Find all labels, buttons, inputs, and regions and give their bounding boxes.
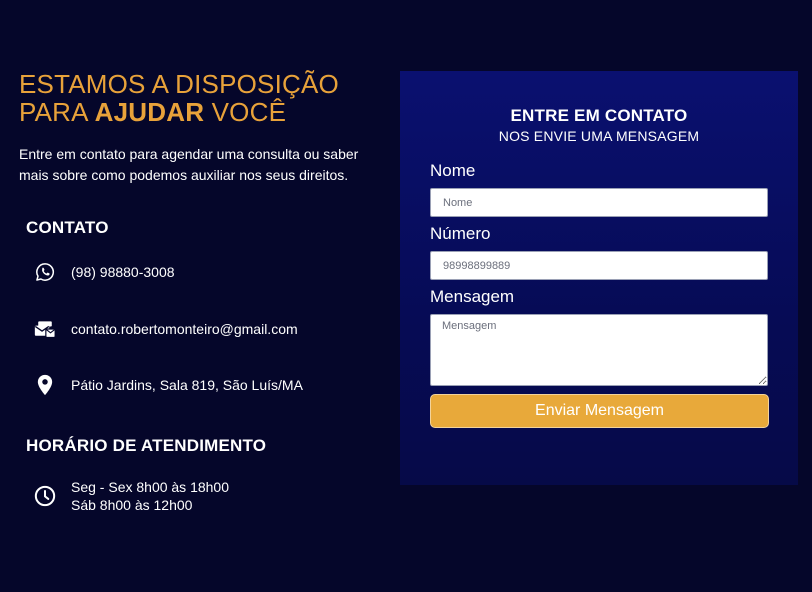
message-textarea[interactable]: [430, 314, 768, 386]
hero-section: ESTAMOS A DISPOSIÇÃO PARA AJUDAR VOCÊ En…: [19, 70, 379, 186]
name-input[interactable]: [430, 188, 768, 217]
hours-weekdays: Seg - Sex 8h00 às 18h00: [71, 479, 230, 495]
whatsapp-icon: [34, 261, 56, 283]
contact-phone[interactable]: (98) 98880-3008: [34, 261, 175, 283]
form-title: ENTRE EM CONTATO: [510, 106, 688, 125]
hours-saturday: Sáb 8h00 às 12h00: [71, 497, 193, 513]
location-pin-icon: [34, 374, 56, 396]
clock-icon: [34, 485, 56, 507]
number-label: Número: [430, 224, 491, 243]
hero-intro: Entre em contato para agendar uma consul…: [19, 146, 359, 183]
hero-title: ESTAMOS A DISPOSIÇÃO PARA AJUDAR VOCÊ: [19, 70, 379, 126]
contact-address[interactable]: Pátio Jardins, Sala 819, São Luís/MA: [34, 374, 303, 396]
number-input[interactable]: [430, 251, 768, 280]
contact-address-text: Pátio Jardins, Sala 819, São Luís/MA: [71, 377, 303, 393]
contact-section-title: CONTATO: [26, 218, 109, 237]
hero-title-line1: ESTAMOS A DISPOSIÇÃO: [19, 69, 339, 99]
hours-section-title: HORÁRIO DE ATENDIMENTO: [26, 436, 267, 455]
mail-icon: [34, 318, 56, 340]
hours-text: Seg - Sex 8h00 às 18h00 Sáb 8h00 às 12h0…: [71, 478, 229, 514]
hero-title-highlight: AJUDAR: [94, 97, 205, 127]
contact-email[interactable]: contato.robertomonteiro@gmail.com: [34, 318, 298, 340]
hours-info: Seg - Sex 8h00 às 18h00 Sáb 8h00 às 12h0…: [34, 478, 229, 514]
hero-title-line2-prefix: PARA: [19, 97, 95, 127]
contact-email-text: contato.robertomonteiro@gmail.com: [71, 321, 298, 337]
name-label: Nome: [430, 161, 476, 180]
contact-phone-text: (98) 98880-3008: [71, 264, 175, 280]
send-message-button[interactable]: Enviar Mensagem: [430, 394, 769, 428]
contact-form-panel: ENTRE EM CONTATO NOS ENVIE UMA MENSAGEM …: [400, 71, 798, 485]
message-label: Mensagem: [430, 287, 515, 306]
form-subtitle: NOS ENVIE UMA MENSAGEM: [498, 128, 700, 144]
hero-title-line2-suffix: VOCÊ: [204, 97, 287, 127]
